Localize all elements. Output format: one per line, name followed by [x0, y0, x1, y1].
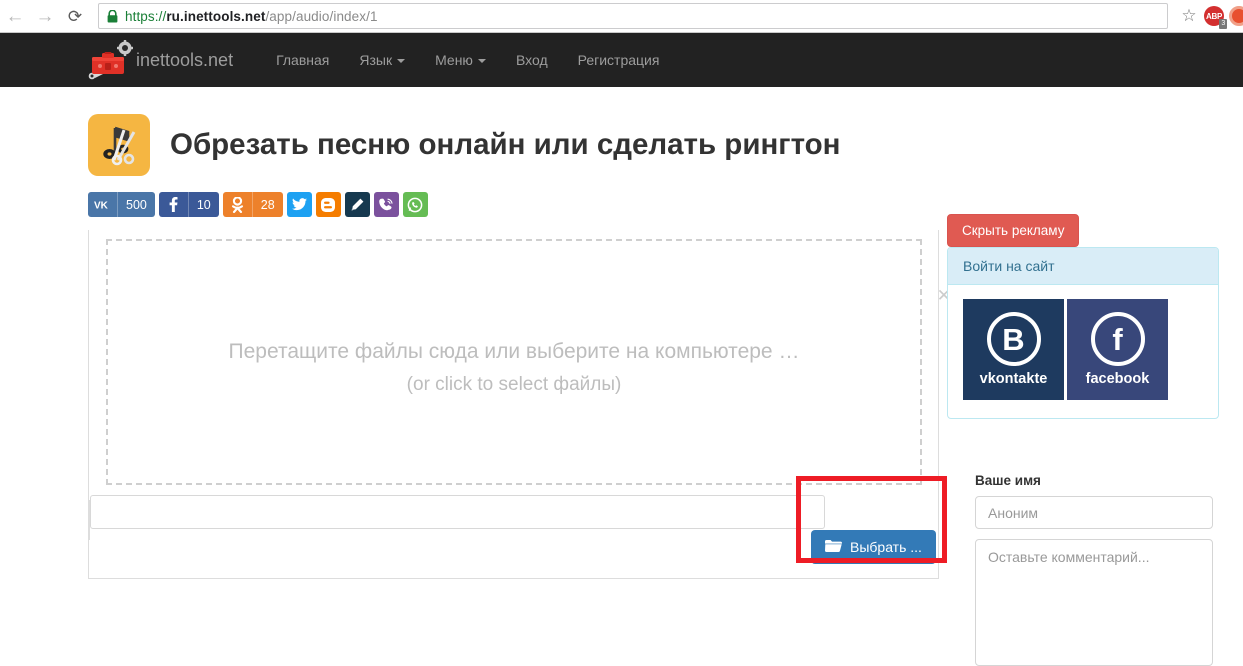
- share-button-vkontakte[interactable]: VK 500: [88, 192, 155, 217]
- social-share-bar: VK 500 10 28: [88, 192, 428, 217]
- adblock-plus-icon[interactable]: ABP 3: [1204, 6, 1227, 29]
- share-button-whatsapp[interactable]: [402, 192, 428, 217]
- file-path-input[interactable]: [90, 495, 825, 529]
- extension-icon-partial[interactable]: [1229, 6, 1243, 26]
- nav-link-register[interactable]: Регистрация: [563, 33, 675, 87]
- back-arrow-icon[interactable]: ←: [0, 1, 30, 31]
- name-input[interactable]: [975, 496, 1213, 529]
- share-button-livejournal[interactable]: [344, 192, 370, 217]
- page-body: Обрезать песню онлайн или сделать рингто…: [0, 87, 1243, 666]
- nav-link-register-label: Регистрация: [577, 52, 660, 68]
- pencil-icon: [345, 192, 370, 217]
- reload-icon[interactable]: ⟳: [60, 1, 90, 31]
- url-bar[interactable]: https://ru.inettools.net/app/audio/index…: [98, 3, 1168, 29]
- dropzone-text: Перетащите файлы сюда или выберите на ко…: [108, 335, 920, 401]
- nav-links: Главная Язык Меню Вход Регистрация: [261, 33, 674, 87]
- choose-file-button[interactable]: Выбрать ...: [811, 530, 936, 564]
- toolbox-logo-icon: [88, 37, 134, 83]
- twitter-icon: [287, 192, 312, 217]
- share-count-odnoklassniki: 28: [251, 192, 283, 217]
- extension-icons: ABP 3: [1204, 6, 1243, 29]
- dropzone-line-1: Перетащите файлы сюда или выберите на ко…: [228, 340, 800, 363]
- login-panel-header: Войти на сайт: [948, 248, 1218, 285]
- odnoklassniki-icon: [223, 192, 252, 217]
- share-button-facebook[interactable]: 10: [158, 192, 219, 217]
- login-panel: Войти на сайт В vkontakte f facebook: [947, 247, 1219, 419]
- vkontakte-icon: VK: [88, 192, 117, 217]
- nav-link-home-label: Главная: [276, 52, 330, 68]
- brand-link[interactable]: inettools.net: [88, 33, 233, 87]
- login-provider-facebook[interactable]: f facebook: [1067, 299, 1168, 400]
- folder-icon: [825, 539, 842, 556]
- nav-link-language-label: Язык: [359, 52, 393, 68]
- hide-ads-button[interactable]: Скрыть рекламу: [947, 214, 1080, 247]
- share-button-twitter[interactable]: [286, 192, 312, 217]
- chevron-down-icon: [397, 59, 406, 63]
- forward-arrow-icon[interactable]: →: [30, 1, 60, 31]
- url-path: /app/audio/index/1: [265, 8, 378, 24]
- login-providers: В vkontakte f facebook: [948, 285, 1218, 414]
- login-provider-facebook-label: facebook: [1085, 371, 1150, 387]
- dropzone-line-2: (or click to select файлы): [406, 374, 622, 395]
- whatsapp-icon: [403, 192, 428, 217]
- url-scheme: https://: [125, 8, 167, 24]
- viber-icon: [374, 192, 399, 217]
- choose-file-button-label: Выбрать ...: [850, 539, 922, 555]
- facebook-icon: [159, 192, 188, 217]
- nav-link-login-label: Вход: [515, 52, 548, 68]
- share-button-viber[interactable]: [373, 192, 399, 217]
- file-dropzone[interactable]: Перетащите файлы сюда или выберите на ко…: [106, 239, 951, 485]
- blogger-icon: [316, 192, 341, 217]
- share-count-vkontakte: 500: [117, 192, 155, 217]
- nav-link-menu-label: Меню: [435, 52, 473, 68]
- vkontakte-icon: В: [986, 312, 1041, 366]
- chevron-down-icon: [477, 59, 486, 63]
- share-button-blogger[interactable]: [315, 192, 341, 217]
- brand-text: inettools.net: [136, 49, 234, 70]
- comment-textarea[interactable]: [975, 539, 1213, 666]
- lock-icon: [107, 9, 118, 23]
- scissors-music-note-icon: [88, 114, 150, 176]
- uploader-panel: Перетащите файлы сюда или выберите на ко…: [88, 230, 951, 579]
- bookmark-star-icon[interactable]: ☆: [1174, 1, 1204, 31]
- login-provider-vkontakte-label: vkontakte: [979, 371, 1048, 387]
- nav-link-login[interactable]: Вход: [501, 33, 563, 87]
- share-count-facebook: 10: [187, 192, 219, 217]
- name-field-label: Ваше имя: [975, 473, 1041, 488]
- page-header: Обрезать песню онлайн или сделать рингто…: [88, 114, 840, 176]
- nav-link-home[interactable]: Главная: [261, 33, 344, 87]
- share-button-odnoklassniki[interactable]: 28: [222, 192, 283, 217]
- site-navbar: inettools.net Главная Язык Меню Вход Рег…: [0, 33, 1243, 87]
- url-host: ru.inettools.net: [166, 8, 266, 24]
- adblock-plus-badge: 3: [1219, 19, 1227, 29]
- login-provider-vkontakte[interactable]: В vkontakte: [963, 299, 1064, 400]
- nav-link-menu[interactable]: Меню: [420, 33, 501, 87]
- svg-text:VK: VK: [94, 201, 109, 211]
- nav-link-language[interactable]: Язык: [344, 33, 420, 87]
- page-title: Обрезать песню онлайн или сделать рингто…: [170, 128, 841, 161]
- facebook-icon: f: [1090, 312, 1145, 366]
- browser-toolbar: ← → ⟳ https://ru.inettools.net/app/audio…: [0, 0, 1243, 33]
- url-text: https://ru.inettools.net/app/audio/index…: [125, 9, 378, 24]
